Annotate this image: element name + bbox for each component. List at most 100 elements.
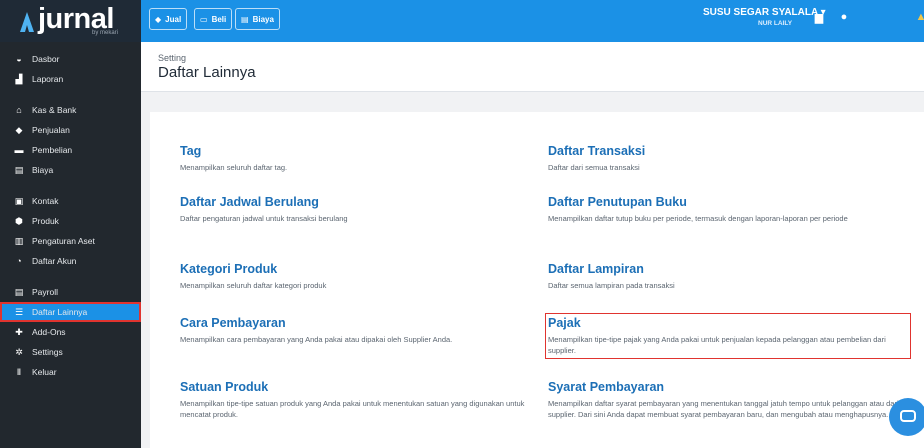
clock-icon[interactable]: ● (838, 11, 850, 23)
list-card: Tag Menampilkan seluruh daftar tag. Daft… (150, 112, 924, 448)
list-item-daftar-lampiran[interactable]: Daftar Lampiran Daftar semua lampiran pa… (548, 262, 904, 291)
list-item-title[interactable]: Cara Pembayaran (180, 316, 536, 330)
list-item-syarat-pembayaran[interactable]: Syarat Pembayaran Menampilkan daftar sya… (548, 380, 904, 420)
list-item-desc: Daftar dari semua transaksi (548, 163, 640, 172)
list-item-desc: Daftar semua lampiran pada transaksi (548, 281, 675, 290)
sidebar-item-label: Produk (32, 216, 59, 226)
sidebar-item-label: Payroll (32, 287, 58, 297)
sidebar-item-label: Kontak (32, 196, 59, 206)
list-item-title[interactable]: Daftar Lampiran (548, 262, 904, 276)
list-item-desc: Menampilkan tipe-tipe pajak yang Anda pa… (548, 335, 886, 355)
list-item-kategori-produk[interactable]: Kategori Produk Menampilkan seluruh daft… (180, 262, 536, 291)
sidebar-item-pengaturan-aset[interactable]: ▥ Pengaturan Aset (0, 231, 141, 251)
sidebar-item-daftar-akun[interactable]: ◔ Daftar Akun (0, 251, 141, 271)
sidebar-item-keluar[interactable]: Ⅱ Keluar (0, 362, 141, 382)
list-item-title[interactable]: Daftar Penutupan Buku (548, 195, 904, 209)
sidebar-item-penjualan[interactable]: ◆ Penjualan (0, 120, 141, 140)
sidebar-item-label: Pengaturan Aset (32, 236, 95, 246)
list-item-desc: Menampilkan seluruh daftar tag. (180, 163, 288, 172)
beli-label: Beli (211, 14, 227, 24)
app-window: jurnal by mekari ◒ Dasbor ▟ Laporan ⌂ Kas &… (0, 0, 924, 448)
tag-icon: ◆ (15, 124, 23, 135)
sidebar-item-label: Daftar Akun (32, 256, 77, 266)
chat-button[interactable] (889, 398, 924, 436)
sidebar-item-biaya[interactable]: ▤ Biaya (0, 160, 141, 180)
account-icon: ◔ (16, 256, 22, 266)
puzzle-icon: ✚ (15, 326, 23, 337)
sidebar-item-kontak[interactable]: ▣ Kontak (0, 191, 141, 211)
list-item-desc: Menampilkan daftar tutup buku per period… (548, 214, 848, 223)
list-item-tag[interactable]: Tag Menampilkan seluruh daftar tag. (180, 144, 536, 173)
page-header: Setting Daftar Lainnya (141, 42, 924, 92)
page-title: Daftar Lainnya (158, 64, 256, 81)
sidebar-item-daftar-lainnya[interactable]: ☰ Daftar Lainnya (0, 302, 141, 322)
list-item-desc: Menampilkan daftar syarat pembayaran yan… (548, 399, 899, 419)
sidebar-nav: ◒ Dasbor ▟ Laporan ⌂ Kas & Bank ◆ Penjualan … (0, 42, 141, 382)
card-icon: ▬ (14, 145, 24, 155)
sidebar-item-kas-bank[interactable]: ⌂ Kas & Bank (0, 100, 141, 120)
chat-icon (900, 410, 916, 422)
list-item-desc: Menampilkan seluruh daftar kategori prod… (180, 281, 327, 290)
sidebar-item-label: Keluar (32, 367, 57, 377)
list-item-pajak[interactable]: Pajak Menampilkan tipe-tipe pajak yang A… (545, 313, 911, 359)
list-item-daftar-penutupan-buku[interactable]: Daftar Penutupan Buku Menampilkan daftar… (548, 195, 904, 224)
list-item-title[interactable]: Syarat Pembayaran (548, 380, 904, 394)
list-item-title[interactable]: Pajak (548, 316, 908, 330)
report-icon: ▟ (15, 73, 23, 84)
list-item-title[interactable]: Kategori Produk (180, 262, 536, 276)
sidebar-item-label: Dasbor (32, 54, 60, 64)
brand-sub: by mekari (92, 30, 119, 36)
bell-icon[interactable]: ▲ (915, 11, 924, 23)
list-item-daftar-jadwal-berulang[interactable]: Daftar Jadwal Berulang Daftar pengaturan… (180, 195, 536, 224)
notes-icon[interactable]: ▆ (813, 11, 825, 24)
sidebar-item-pembelian[interactable]: ▬ Pembelian (0, 140, 141, 160)
sidebar-item-label: Laporan (32, 74, 64, 84)
list-item-desc: Daftar pengaturan jadwal untuk transaksi… (180, 214, 348, 223)
sidebar-item-label: Kas & Bank (32, 105, 77, 115)
sidebar-item-label: Pembelian (32, 145, 73, 155)
sidebar-item-label: Biaya (32, 165, 54, 175)
box-icon: ⬢ (15, 215, 23, 226)
logo[interactable]: jurnal by mekari (0, 0, 141, 42)
jual-label: Jual (165, 14, 182, 24)
sidebar-item-add-ons[interactable]: ✚ Add-Ons (0, 322, 141, 342)
sidebar-item-settings[interactable]: ✲ Settings (0, 342, 141, 362)
list-item-desc: Menampilkan tipe-tipe satuan produk yang… (180, 399, 525, 419)
sidebar-item-laporan[interactable]: ▟ Laporan (0, 69, 141, 89)
list-item-daftar-transaksi[interactable]: Daftar Transaksi Daftar dari semua trans… (548, 144, 904, 173)
biaya-label: Biaya (252, 14, 274, 24)
sidebar-item-label: Daftar Lainnya (32, 307, 88, 317)
contact-icon: ▣ (14, 195, 24, 206)
tag-icon: ◆ (155, 14, 162, 24)
receipt-icon: ▤ (14, 164, 24, 175)
breadcrumb: Setting (158, 53, 187, 63)
beli-button[interactable]: ▭ Beli (194, 8, 233, 30)
payroll-icon: ▤ (14, 286, 24, 297)
list-item-title[interactable]: Tag (180, 144, 536, 158)
sidebar-item-dasbor[interactable]: ◒ Dasbor (0, 49, 141, 69)
list-item-title[interactable]: Daftar Transaksi (548, 144, 904, 158)
biaya-button[interactable]: ▤ Biaya (235, 8, 280, 30)
list-item-title[interactable]: Daftar Jadwal Berulang (180, 195, 536, 209)
jual-button[interactable]: ◆ Jual (149, 8, 188, 30)
logo-mark-icon (20, 12, 34, 32)
list-icon: ☰ (14, 306, 24, 317)
sidebar-item-produk[interactable]: ⬢ Produk (0, 211, 141, 231)
top-bar: ◆ Jual ▭ Beli ▤ Biaya SUSU SEGAR SYALALA ▾ … (141, 0, 924, 42)
card-icon: ▭ (200, 14, 208, 24)
sidebar-item-label: Penjualan (32, 125, 70, 135)
list-item-title[interactable]: Satuan Produk (180, 380, 536, 394)
sidebar-item-payroll[interactable]: ▤ Payroll (0, 282, 141, 302)
receipt-icon: ▤ (241, 14, 249, 24)
gear-icon: ✲ (15, 346, 23, 357)
sidebar: jurnal by mekari ◒ Dasbor ▟ Laporan ⌂ Kas &… (0, 0, 141, 448)
bank-icon: ⌂ (16, 105, 22, 115)
user-name: NUR LAILY (758, 20, 793, 27)
company-switcher[interactable]: SUSU SEGAR SYALALA ▾ (703, 7, 826, 18)
list-item-desc: Menampilkan cara pembayaran yang Anda pa… (180, 335, 453, 344)
list-item-satuan-produk[interactable]: Satuan Produk Menampilkan tipe-tipe satu… (180, 380, 536, 420)
logout-icon: Ⅱ (16, 366, 22, 377)
asset-icon: ▥ (14, 235, 24, 246)
dashboard-icon: ◒ (16, 54, 22, 64)
list-item-cara-pembayaran[interactable]: Cara Pembayaran Menampilkan cara pembaya… (180, 316, 536, 345)
